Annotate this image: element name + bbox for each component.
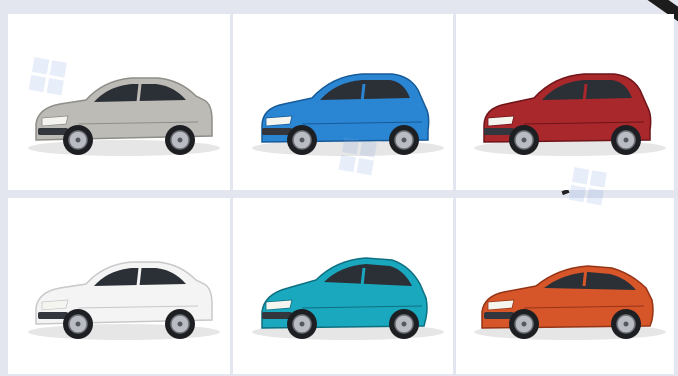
red-hatchback-icon [474,73,666,156]
white-sedan-icon [28,261,220,340]
car-grille [38,312,68,319]
car-grille [262,312,292,319]
car-headlight [265,299,293,311]
car-grille [38,128,68,135]
car-illustration [252,73,444,156]
car-card-white-sedan[interactable] [8,198,230,374]
car-grille [484,312,514,319]
wheel-hub [75,137,81,143]
wheel-hub [177,321,183,327]
car-pillar [360,267,366,287]
teal-hatchback-icon [252,257,444,340]
car-grille [484,128,514,135]
car-card-orange-coupe[interactable] [456,198,674,374]
car-pillar [136,83,142,103]
wheel-hub [401,321,407,327]
car-card-red-hatchback[interactable] [456,14,674,190]
car-headlight [41,299,69,311]
wheel-hub [521,321,527,327]
silver-sedan-icon [28,77,220,156]
car-illustration [474,265,666,340]
wheel-hub [75,321,81,327]
wheel-hub [299,321,305,327]
car-illustration [474,73,666,156]
car-headlight [265,115,293,127]
car-headlight [487,299,515,311]
car-card-silver-sedan[interactable] [8,14,230,190]
car-gallery-grid [8,14,674,374]
car-pillar [136,267,142,287]
blue-hatchback-icon [252,73,444,156]
car-pillar [360,83,366,103]
car-card-teal-hatchback[interactable] [233,198,453,374]
wheel-hub [623,321,629,327]
wheel-hub [623,137,629,143]
car-card-blue-hatchback[interactable] [233,14,453,190]
wheel-hub [299,137,305,143]
car-grille [262,128,292,135]
orange-coupe-icon [474,265,666,340]
wheel-hub [521,137,527,143]
wheel-hub [177,137,183,143]
car-illustration [28,261,220,340]
car-headlight [41,115,69,127]
car-pillar [582,267,588,287]
car-headlight [487,115,515,127]
car-pillar [582,83,588,103]
car-illustration [28,77,220,156]
wheel-hub [401,137,407,143]
car-illustration [252,257,444,340]
